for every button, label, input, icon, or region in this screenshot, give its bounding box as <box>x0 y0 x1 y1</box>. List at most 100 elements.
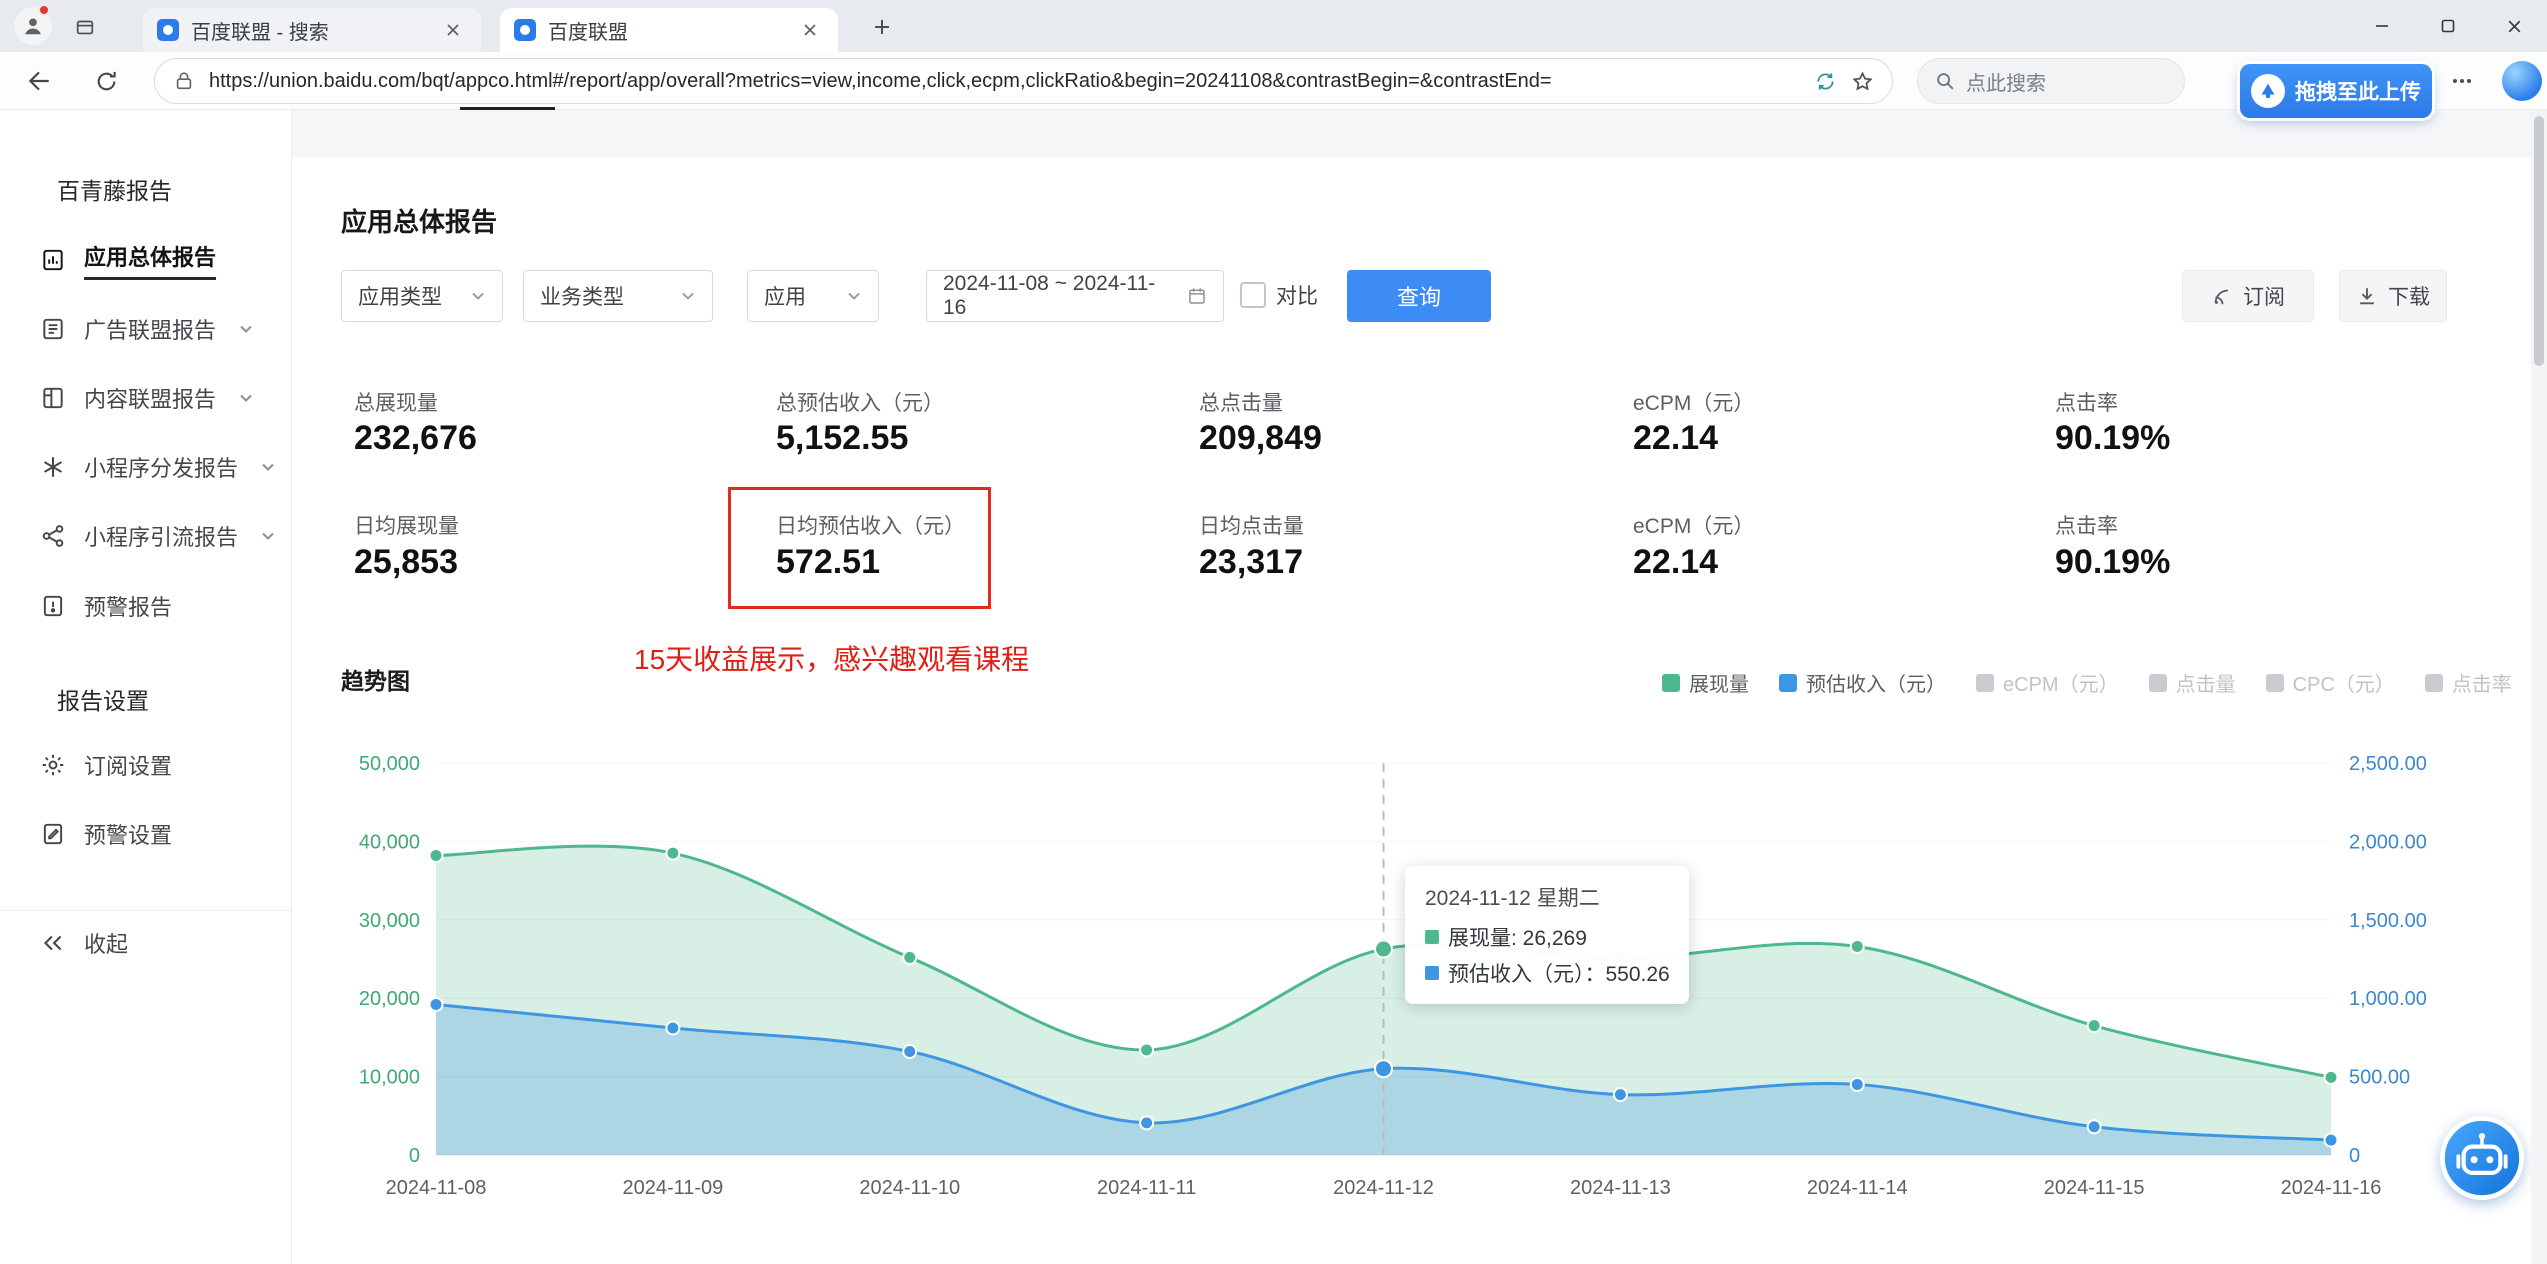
alert-doc-icon <box>43 595 63 616</box>
collapse-left-icon <box>43 935 62 950</box>
site-info-icon[interactable] <box>173 70 195 92</box>
assistant-robot-button[interactable] <box>2440 1116 2524 1200</box>
browser-toolbar: https://union.baidu.com/bqt/appco.html#/… <box>0 52 2547 110</box>
sidebar-item-alert-report[interactable]: 预警报告 <box>0 571 292 640</box>
chevron-down-icon <box>240 325 252 333</box>
browser-tab-current[interactable]: 百度联盟 <box>500 8 838 52</box>
checkbox-box[interactable] <box>1240 282 1266 308</box>
query-button[interactable]: 查询 <box>1347 270 1491 322</box>
refresh-button[interactable] <box>84 59 128 103</box>
notification-badge <box>38 4 50 16</box>
legend-label: CPC（元） <box>2292 674 2395 696</box>
red-annotation-text: 15天收益展示，感兴趣观看课程 <box>634 644 1030 675</box>
minimize-button[interactable] <box>2349 0 2415 52</box>
sidebar-item-label: 订阅设置 <box>84 753 173 779</box>
maximize-button[interactable] <box>2415 0 2481 52</box>
browser-search-box[interactable]: 点此搜索 <box>1917 58 2185 104</box>
scrollbar-thumb[interactable] <box>2534 116 2544 366</box>
close-window-button[interactable] <box>2481 0 2547 52</box>
svg-text:1,500.00: 1,500.00 <box>2349 910 2427 932</box>
download-icon <box>2360 288 2374 305</box>
sidebar-item-label: 应用总体报告 <box>84 240 217 280</box>
legend-swatch <box>2424 673 2443 692</box>
svg-text:40,000: 40,000 <box>359 831 420 853</box>
svg-text:2024-11-12: 2024-11-12 <box>1333 1177 1434 1199</box>
sidebar: 百青藤报告 应用总体报告 广告联盟报告 内容联盟报告 小程序分发报告 小程序引流… <box>0 110 292 1264</box>
sidebar-item-subscribe-settings[interactable]: 订阅设置 <box>0 730 292 799</box>
legend-item-impressions[interactable]: 展现量 <box>1662 668 1749 697</box>
svg-text:2024-11-13: 2024-11-13 <box>1570 1177 1671 1199</box>
legend-label: 点击量 <box>2175 674 2236 696</box>
more-options-icon[interactable] <box>2440 59 2484 103</box>
tab-close-icon[interactable] <box>439 16 467 44</box>
legend-swatch <box>1662 673 1680 692</box>
legend-item-revenue[interactable]: 预估收入（元） <box>1779 668 1946 697</box>
browser-tab-search[interactable]: 百度联盟 - 搜索 <box>143 8 481 52</box>
tab-title: 百度联盟 <box>548 21 628 44</box>
sidebar-item-content-union-report[interactable]: 内容联盟报告 <box>0 363 292 432</box>
sidebar-item-label: 预警设置 <box>84 822 173 848</box>
tab-title: 百度联盟 - 搜索 <box>191 21 329 44</box>
svg-text:2024-11-09: 2024-11-09 <box>622 1177 723 1199</box>
app-type-select[interactable]: 应用类型 <box>341 270 503 322</box>
stat-value: 5,152.55 <box>776 419 909 457</box>
legend-item-ctr[interactable]: 点击率 <box>2424 668 2512 697</box>
chart-tooltip: 2024-11-12 星期二 展现量: 26,269 预估收入（元）：550.2… <box>1405 866 1689 1004</box>
svg-text:0: 0 <box>2349 1145 2360 1167</box>
chevron-down-icon <box>472 292 484 300</box>
svg-text:2024-11-11: 2024-11-11 <box>1097 1177 1196 1199</box>
stat-label: 总预估收入（元） <box>776 392 944 415</box>
chevron-down-icon <box>682 292 694 300</box>
trend-chart-canvas: 0 0 10,000 500.00 20,000 1,000.00 30,000 1,500.… <box>359 753 2427 1199</box>
stat-value: 209,849 <box>1199 419 1322 457</box>
sidebar-item-label: 小程序分发报告 <box>84 455 239 481</box>
new-tab-button[interactable] <box>868 13 896 41</box>
compare-checkbox[interactable]: 对比 <box>1240 280 1318 310</box>
report-chart-icon <box>43 249 63 270</box>
asterisk-icon <box>44 456 62 477</box>
sidebar-item-miniapp-distribution-report[interactable]: 小程序分发报告 <box>0 432 292 501</box>
sidebar-item-alert-settings[interactable]: 预警设置 <box>0 799 292 868</box>
stat-label: 总点击量 <box>1199 392 1283 415</box>
legend-label: 预估收入（元） <box>1806 674 1946 696</box>
select-value: 业务类型 <box>540 286 624 309</box>
url-bar[interactable]: https://union.baidu.com/bqt/appco.html#/… <box>154 58 1893 104</box>
legend-item-ecpm[interactable]: eCPM（元） <box>1976 668 2119 697</box>
date-range-picker[interactable]: 2024-11-08 ~ 2024-11-16 <box>926 270 1224 322</box>
copilot-icon[interactable] <box>2502 61 2542 101</box>
svg-text:50,000: 50,000 <box>359 753 420 775</box>
subscribe-button[interactable]: 订阅 <box>2182 270 2314 322</box>
page-scrollbar[interactable] <box>2531 110 2547 1264</box>
back-button[interactable] <box>17 59 61 103</box>
sidebar-item-app-overall-report[interactable]: 应用总体报告 <box>0 225 292 294</box>
trend-chart[interactable]: 0 0 10,000 500.00 20,000 1,000.00 30,000 1,500.… <box>341 720 2445 1230</box>
search-icon <box>1937 73 1954 90</box>
sidebar-item-ad-union-report[interactable]: 广告联盟报告 <box>0 294 292 363</box>
legend-swatch <box>2265 673 2284 692</box>
download-label: 下载 <box>2388 286 2430 309</box>
stat-label: 总展现量 <box>354 392 438 415</box>
url-text[interactable]: https://union.baidu.com/bqt/appco.html#/… <box>209 70 1800 93</box>
stat-value: 22.14 <box>1633 543 1719 581</box>
content-report-icon <box>43 387 63 408</box>
tab-close-icon[interactable] <box>796 16 824 44</box>
legend-item-clicks[interactable]: 点击量 <box>2148 668 2236 697</box>
legend-label: 点击率 <box>2451 674 2512 696</box>
app-select[interactable]: 应用 <box>747 270 879 322</box>
stat-value: 22.14 <box>1633 419 1719 457</box>
favorite-star-icon[interactable] <box>1851 70 1874 93</box>
upload-button[interactable]: 拖拽至此上传 <box>2240 64 2432 118</box>
sync-icon[interactable] <box>1814 70 1837 93</box>
stat-label: 日均点击量 <box>1199 515 1304 538</box>
sidebar-collapse-button[interactable]: 收起 <box>0 908 292 977</box>
tooltip-text: 预估收入（元）：550.26 <box>1448 963 1670 986</box>
calendar-icon <box>1189 288 1205 304</box>
business-type-select[interactable]: 业务类型 <box>523 270 713 322</box>
stat-value: 232,676 <box>354 419 477 457</box>
tab-actions-icon[interactable] <box>72 14 98 40</box>
sidebar-item-miniapp-referral-report[interactable]: 小程序引流报告 <box>0 501 292 570</box>
legend-item-cpc[interactable]: CPC（元） <box>2265 668 2395 697</box>
sidebar-section-settings: 报告设置 <box>57 688 149 714</box>
download-button[interactable]: 下载 <box>2339 270 2447 322</box>
window-controls <box>2349 0 2547 52</box>
